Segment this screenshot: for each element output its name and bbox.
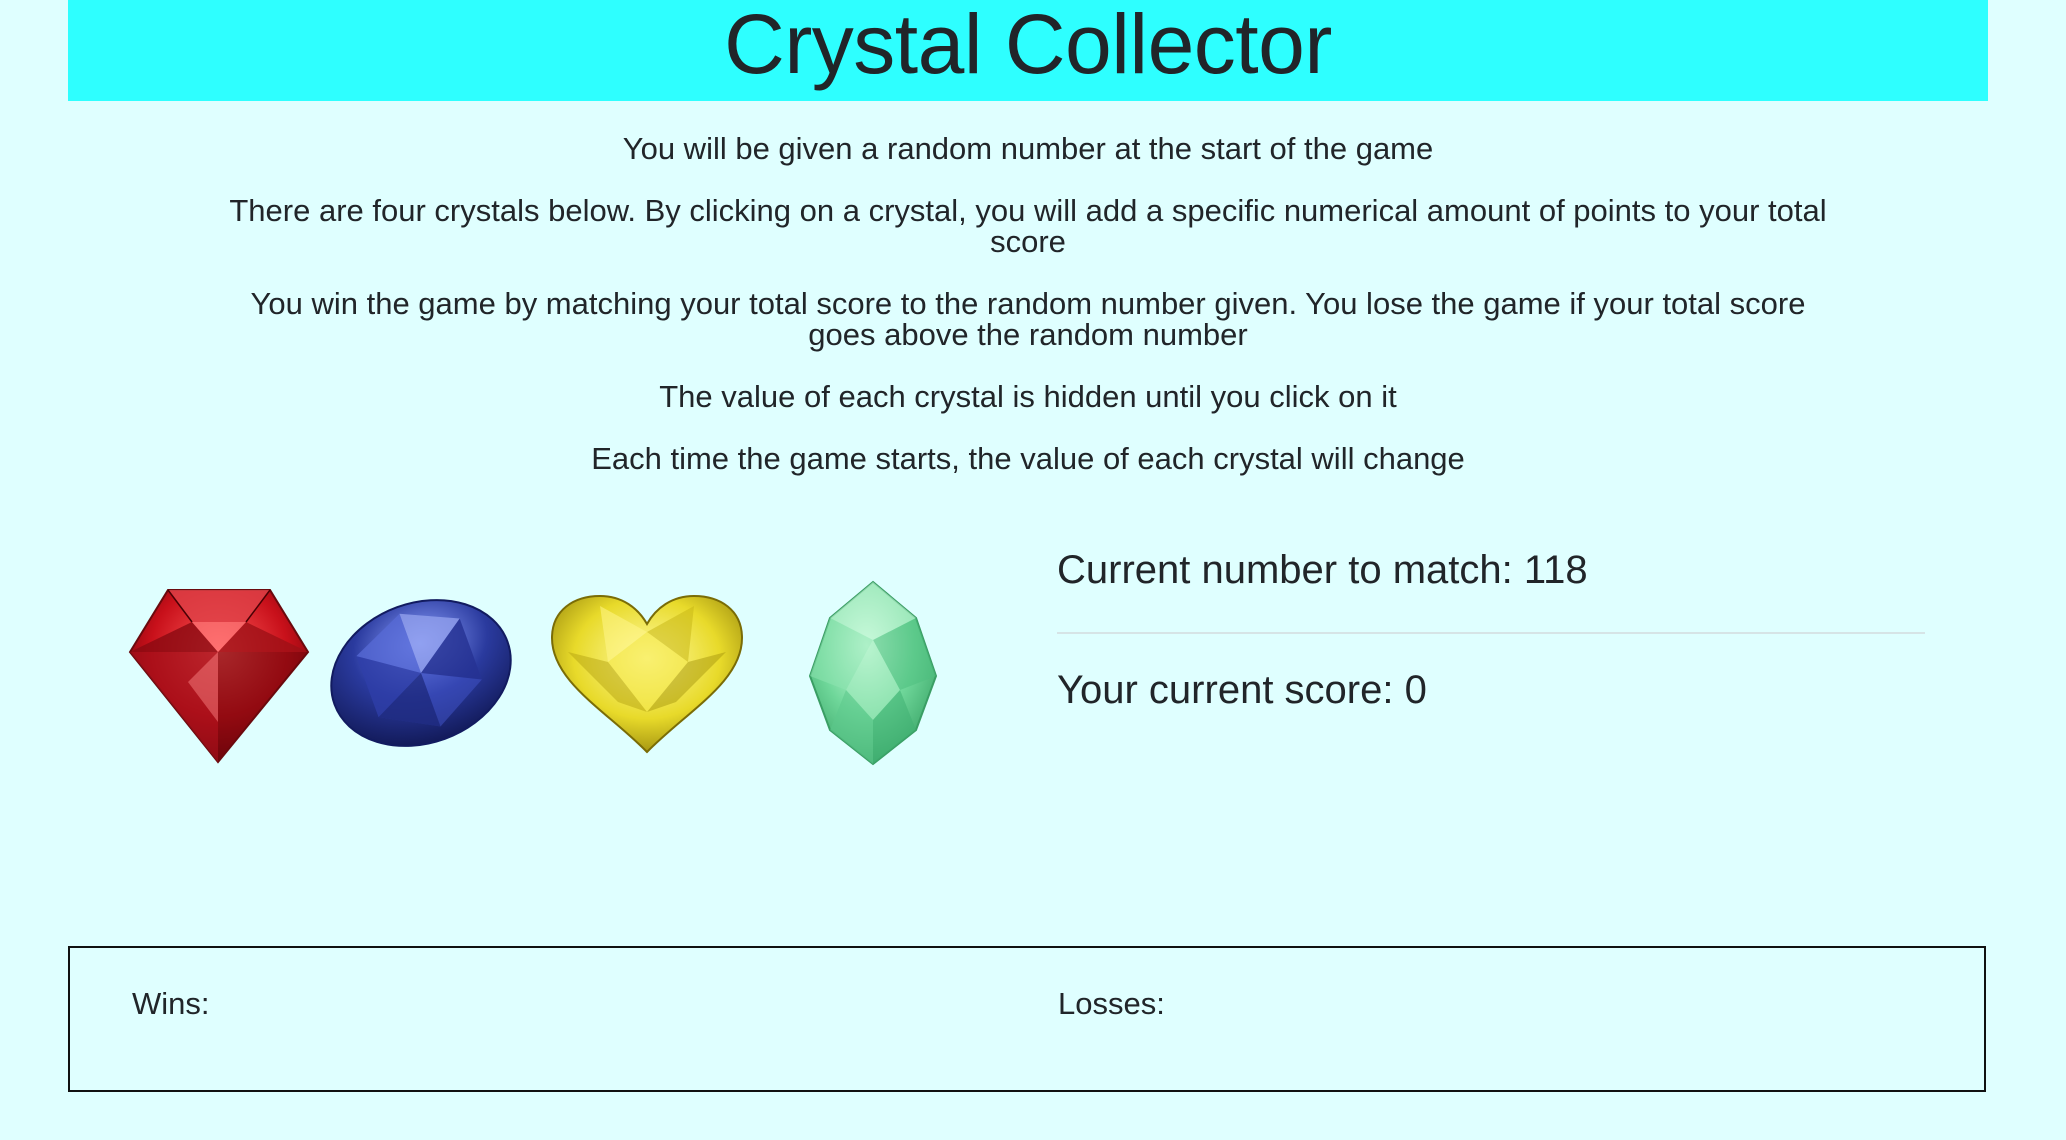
scoreboard: Wins: Losses: bbox=[68, 946, 1986, 1092]
red-crystal-icon bbox=[128, 589, 310, 764]
green-crystal-icon bbox=[808, 580, 938, 766]
target-number-display: Current number to match: 118 bbox=[1057, 546, 1925, 594]
current-score-display: Your current score: 0 bbox=[1057, 666, 1925, 714]
status-divider bbox=[1057, 632, 1925, 634]
instruction-line: The value of each crystal is hidden unti… bbox=[659, 379, 1397, 414]
current-score-value: 0 bbox=[1404, 668, 1427, 712]
instruction-line: You will be given a random number at the… bbox=[622, 131, 1434, 166]
yellow-crystal-button[interactable] bbox=[548, 592, 746, 754]
red-crystal-button[interactable] bbox=[128, 582, 310, 764]
wins-tally: Wins: bbox=[132, 988, 210, 1020]
page-title: Crystal Collector bbox=[724, 0, 1332, 91]
losses-tally: Losses: bbox=[1058, 988, 1165, 1020]
target-number-value: 118 bbox=[1523, 548, 1588, 592]
instructions: You will be given a random number at the… bbox=[68, 133, 1988, 474]
instruction-line: You win the game by matching your total … bbox=[250, 286, 1806, 352]
header-banner: Crystal Collector bbox=[68, 0, 1988, 101]
target-number-label: Current number to match: bbox=[1057, 548, 1513, 592]
yellow-crystal-icon bbox=[550, 594, 744, 754]
instruction-line: There are four crystals below. By clicki… bbox=[229, 193, 1827, 259]
current-score-label: Your current score: bbox=[1057, 668, 1394, 712]
instruction-line: Each time the game starts, the value of … bbox=[591, 441, 1465, 476]
wins-label: Wins: bbox=[132, 986, 210, 1021]
status-panel: Current number to match: 118 Your curren… bbox=[1057, 546, 1925, 714]
losses-label: Losses: bbox=[1058, 986, 1165, 1021]
green-crystal-button[interactable] bbox=[806, 580, 940, 766]
blue-crystal-button[interactable] bbox=[326, 590, 516, 756]
blue-crystal-icon bbox=[330, 599, 512, 747]
